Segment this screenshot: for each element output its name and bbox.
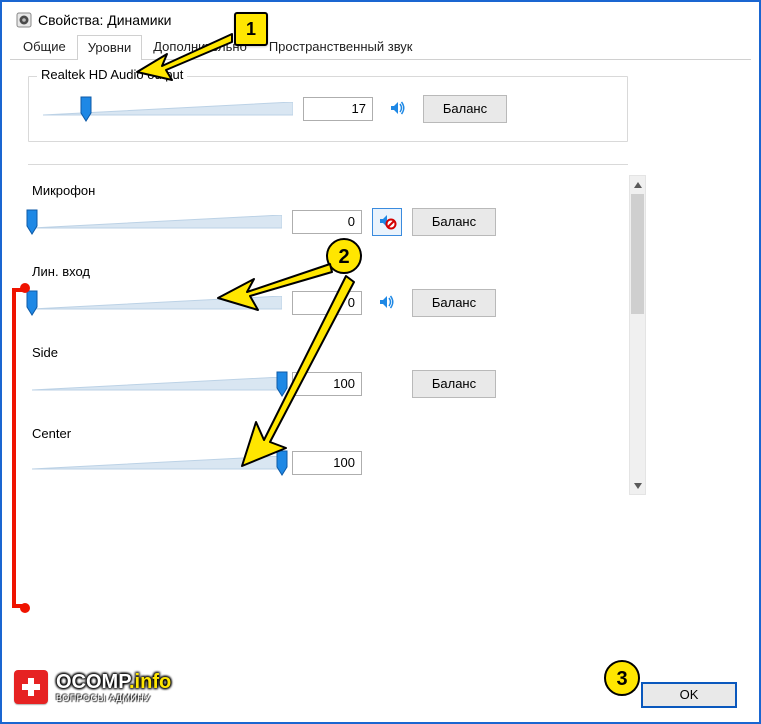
channel-balance-button[interactable]: Баланс (412, 208, 496, 236)
channel-label: Center (32, 426, 621, 441)
watermark-icon (14, 670, 48, 704)
channel-value[interactable]: 100 (292, 372, 362, 396)
channel-slider[interactable] (32, 292, 282, 314)
speaker-on-icon (388, 98, 408, 121)
channel-mute-button-muted[interactable] (372, 208, 402, 236)
channel-label: Лин. вход (32, 264, 621, 279)
watermark-brand: OCOMP (56, 671, 129, 693)
annotation-dot-bottom (20, 603, 30, 613)
speaker-muted-icon (377, 211, 397, 234)
channel-row: Микрофон 0 Баланс (28, 175, 625, 256)
scroll-down-button[interactable] (630, 477, 645, 494)
main-output-row: 17 Баланс (43, 95, 613, 123)
tab-content: Realtek HD Audio output 17 (10, 60, 751, 495)
annotation-bracket (12, 288, 26, 608)
channel-row: Лин. вход 0 Баланс (28, 256, 625, 337)
channel-value[interactable]: 100 (292, 451, 362, 475)
watermark-suffix: .info (129, 671, 171, 693)
tab-general[interactable]: Общие (12, 34, 77, 59)
ok-button[interactable]: OK (641, 682, 737, 708)
channel-slider[interactable] (32, 373, 282, 395)
main-output-slider[interactable] (43, 98, 293, 120)
tab-levels[interactable]: Уровни (77, 35, 142, 60)
watermark-sub: ВОПРОСЫ АДМИНУ (56, 694, 171, 703)
capture-frame: Свойства: Динамики Общие Уровни Дополнит… (0, 0, 761, 724)
channels-scroll: Микрофон 0 Баланс Лин. вход 0 Баланс Side 100 Ба… (28, 175, 646, 495)
scroll-up-button[interactable] (630, 176, 645, 193)
dialog-footer: OK (641, 682, 737, 708)
main-output-value[interactable]: 17 (303, 97, 373, 121)
tab-spatial[interactable]: Пространственный звук (258, 34, 424, 59)
channel-row: Center 100 (28, 418, 625, 495)
tab-strip: Общие Уровни Дополнительно Пространствен… (10, 34, 751, 60)
channels-list: Микрофон 0 Баланс Лин. вход 0 Баланс Side 100 Ба… (28, 175, 625, 495)
scrollbar[interactable] (629, 175, 646, 495)
watermark: OCOMP.info ВОПРОСЫ АДМИНУ (14, 670, 171, 704)
channel-controls: 100 (32, 451, 621, 475)
channel-balance-button[interactable]: Баланс (412, 370, 496, 398)
titlebar: Свойства: Динамики (10, 6, 751, 34)
channel-controls: 0 Баланс (32, 208, 621, 236)
channel-controls: 100 Баланс (32, 370, 621, 398)
channel-label: Side (32, 345, 621, 360)
channel-slider[interactable] (32, 211, 282, 233)
channel-value[interactable]: 0 (292, 291, 362, 315)
channel-value[interactable]: 0 (292, 210, 362, 234)
group-label: Realtek HD Audio output (37, 67, 187, 82)
window-title: Свойства: Динамики (38, 12, 171, 28)
properties-window: Свойства: Динамики Общие Уровни Дополнит… (10, 6, 751, 718)
channel-slider[interactable] (32, 452, 282, 474)
tab-advanced[interactable]: Дополнительно (142, 34, 258, 59)
main-output-balance-button[interactable]: Баланс (423, 95, 507, 123)
speaker-on-icon (377, 292, 397, 315)
group-main-output: Realtek HD Audio output 17 (28, 76, 628, 142)
channel-mute-button[interactable] (372, 289, 402, 317)
channel-label: Микрофон (32, 183, 621, 198)
speaker-icon (16, 12, 32, 28)
main-output-mute-button[interactable] (383, 95, 413, 123)
channel-controls: 0 Баланс (32, 289, 621, 317)
channel-balance-button[interactable]: Баланс (412, 289, 496, 317)
scroll-thumb[interactable] (631, 194, 644, 314)
separator (28, 164, 628, 165)
channel-row: Side 100 Баланс (28, 337, 625, 418)
annotation-dot-top (20, 283, 30, 293)
